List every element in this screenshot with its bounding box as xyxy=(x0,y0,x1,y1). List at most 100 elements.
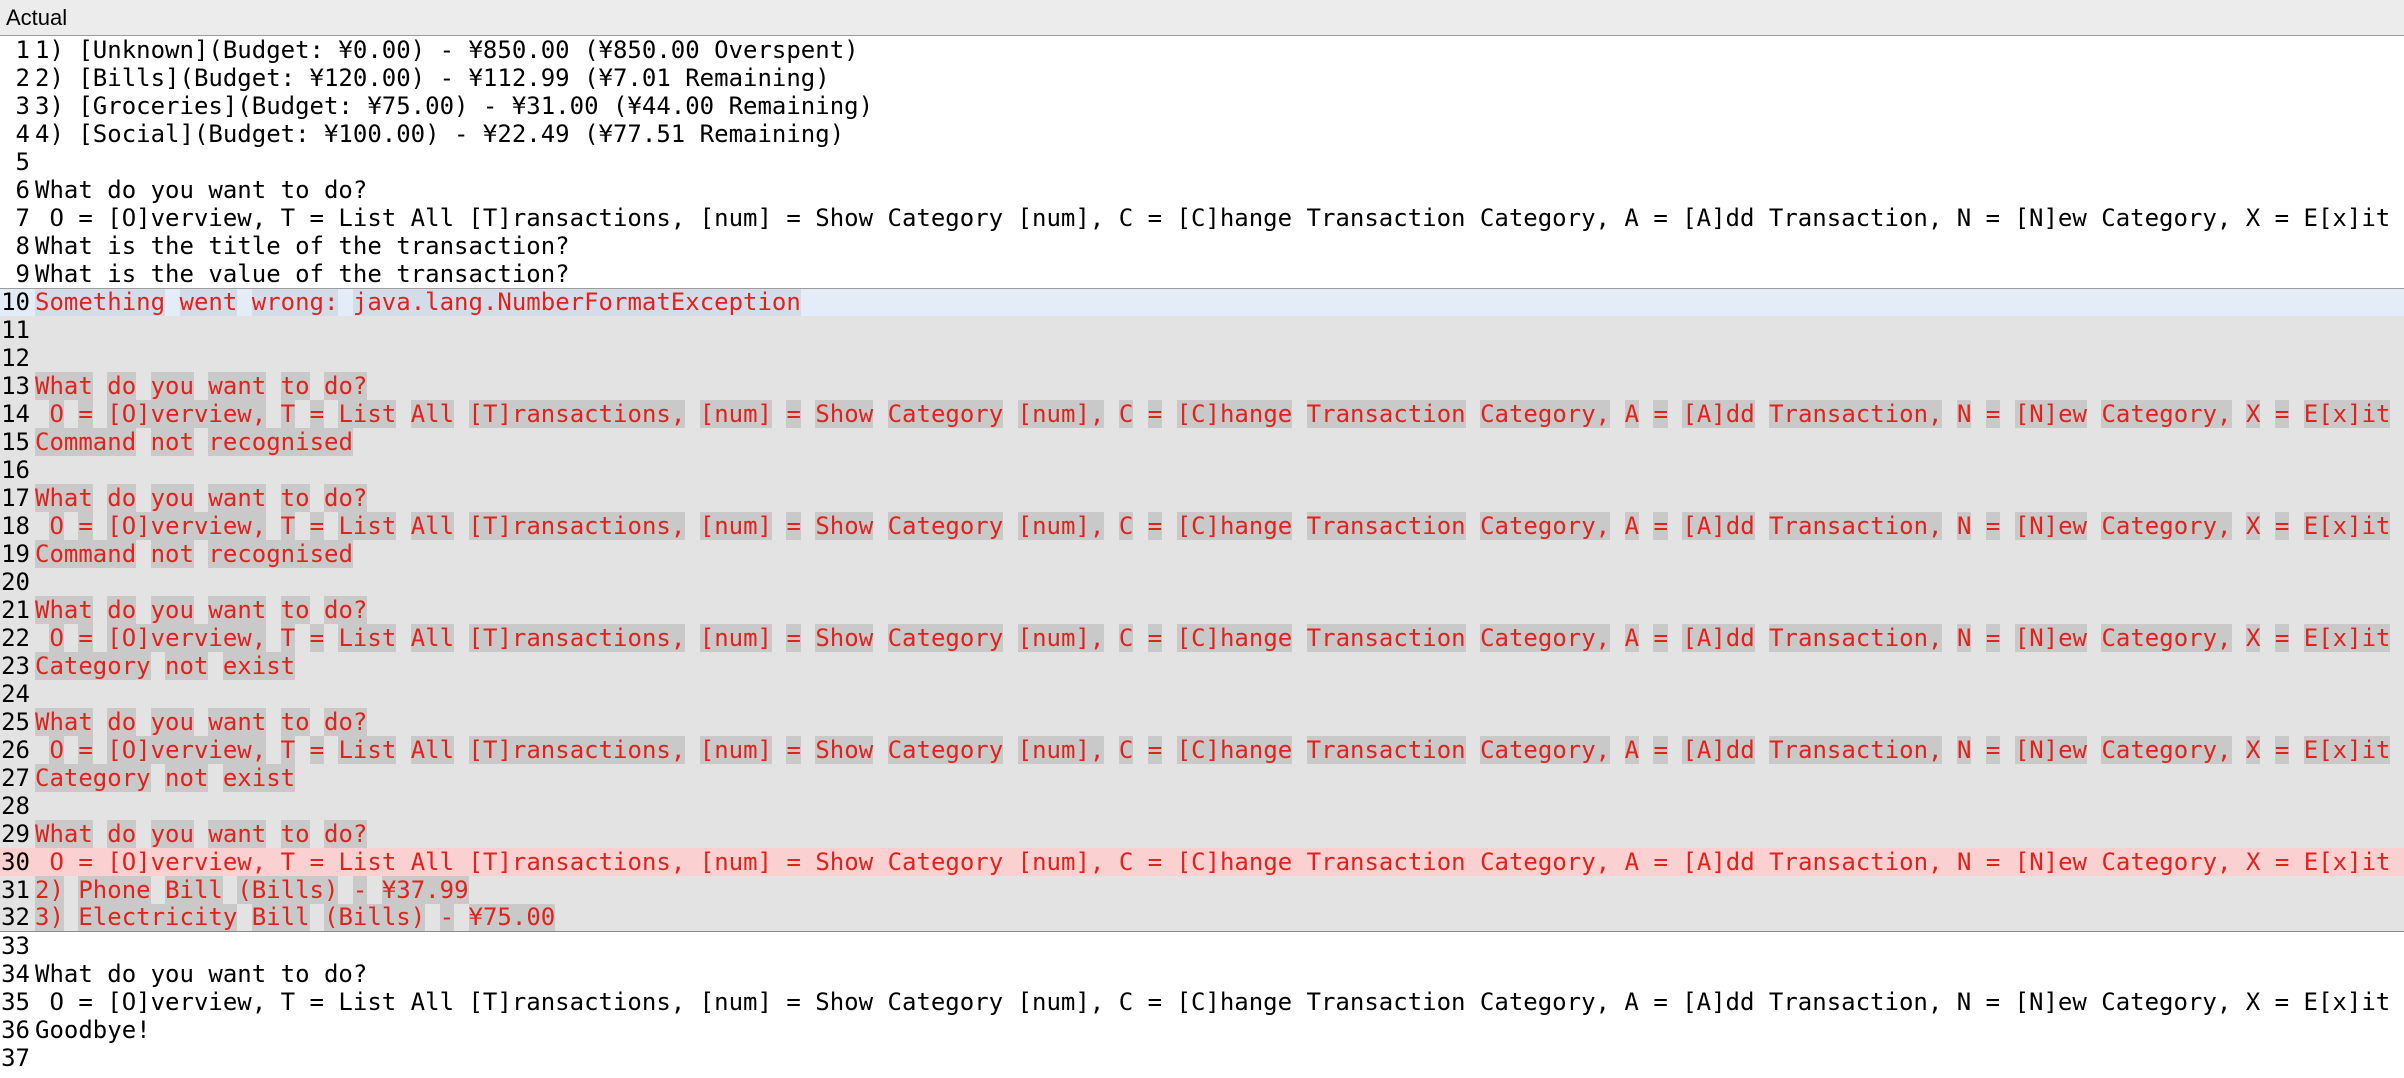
line-text: What do you want to do? xyxy=(35,372,368,400)
output-line: 8 What is the title of the transaction? xyxy=(0,232,2404,260)
line-number: 14 xyxy=(1,400,30,428)
line-number: 16 xyxy=(1,456,30,484)
line-number: 27 xyxy=(1,764,30,792)
line-text: What is the value of the transaction? xyxy=(35,260,570,288)
line-text: 4) [Social](Budget: ¥100.00) - ¥22.49 (¥… xyxy=(35,120,845,148)
line-text: What do you want to do? xyxy=(35,176,368,204)
line-number: 20 xyxy=(1,568,30,596)
line-number: 11 xyxy=(1,316,30,344)
line-number: 13 xyxy=(1,372,30,400)
line-number: 19 xyxy=(1,540,30,568)
line-number: 36 xyxy=(1,1016,30,1044)
output-line: 18 O = [O]verview, T = List All [T]ransa… xyxy=(0,512,2404,540)
line-number: 33 xyxy=(1,932,30,960)
line-text: 2) Phone Bill (Bills) - ¥37.99 xyxy=(35,876,469,904)
line-number: 22 xyxy=(1,624,30,652)
line-text: Something went wrong: java.lang.NumberFo… xyxy=(35,288,801,316)
line-text: O = [O]verview, T = List All [T]ransacti… xyxy=(49,848,2391,876)
line-text: 3) [Groceries](Budget: ¥75.00) - ¥31.00 … xyxy=(35,92,874,120)
output-line: 36 Goodbye! xyxy=(0,1016,2404,1044)
output-line: 28 xyxy=(0,792,2404,820)
line-number: 32 xyxy=(1,904,30,931)
line-text: O = [O]verview, T = List All [T]ransacti… xyxy=(49,624,2391,652)
output-line: 17 What do you want to do? xyxy=(0,484,2404,512)
output-line: 22 O = [O]verview, T = List All [T]ransa… xyxy=(0,624,2404,652)
output-line: 7 O = [O]verview, T = List All [T]ransac… xyxy=(0,204,2404,232)
output-line: 14 O = [O]verview, T = List All [T]ransa… xyxy=(0,400,2404,428)
output-line: 5 xyxy=(0,148,2404,176)
line-number: 28 xyxy=(1,792,30,820)
line-number: 37 xyxy=(1,1044,30,1072)
output-line: 33 xyxy=(0,932,2404,960)
output-line: 27 Category not exist xyxy=(0,764,2404,792)
output-line: 35 O = [O]verview, T = List All [T]ransa… xyxy=(0,988,2404,1016)
output-line: 11 xyxy=(0,316,2404,344)
line-number: 26 xyxy=(1,736,30,764)
output-line: 30 O = [O]verview, T = List All [T]ransa… xyxy=(0,848,2404,876)
line-number: 12 xyxy=(1,344,30,372)
line-text: 3) Electricity Bill (Bills) - ¥75.00 xyxy=(35,904,556,931)
output-line: 21 What do you want to do? xyxy=(0,596,2404,624)
output-line: 9 What is the value of the transaction? xyxy=(0,260,2404,288)
line-text: Goodbye! xyxy=(35,1016,151,1044)
line-number: 10 xyxy=(1,288,30,316)
line-number: 2 xyxy=(15,64,30,92)
line-number: 29 xyxy=(1,820,30,848)
line-text: O = [O]verview, T = List All [T]ransacti… xyxy=(49,512,2391,540)
line-text: What do you want to do? xyxy=(35,708,368,736)
line-number: 17 xyxy=(1,484,30,512)
output-line: 2 2) [Bills](Budget: ¥120.00) - ¥112.99 (… xyxy=(0,64,2404,92)
line-number: 18 xyxy=(1,512,30,540)
output-line: 16 xyxy=(0,456,2404,484)
line-number: 35 xyxy=(1,988,30,1016)
line-number: 25 xyxy=(1,708,30,736)
line-number: 1 xyxy=(15,36,30,64)
output-line: 31 2) Phone Bill (Bills) - ¥37.99 xyxy=(0,876,2404,904)
output-line: 25 What do you want to do? xyxy=(0,708,2404,736)
line-number: 30 xyxy=(1,848,30,876)
line-text: O = [O]verview, T = List All [T]ransacti… xyxy=(49,400,2391,428)
line-text: What is the title of the transaction? xyxy=(35,232,570,260)
line-text: Category not exist xyxy=(35,764,296,792)
output-line: 24 xyxy=(0,680,2404,708)
line-number: 6 xyxy=(15,176,30,204)
output-text-area[interactable]: 1 1) [Unknown](Budget: ¥0.00) - ¥850.00 (… xyxy=(0,36,2404,1072)
line-number: 3 xyxy=(15,92,30,120)
output-line: 3 3) [Groceries](Budget: ¥75.00) - ¥31.00… xyxy=(0,92,2404,120)
line-text: What do you want to do? xyxy=(35,484,368,512)
output-line: 13 What do you want to do? xyxy=(0,372,2404,400)
line-number: 4 xyxy=(15,120,30,148)
output-line: 15 Command not recognised xyxy=(0,428,2404,456)
output-line: 32 3) Electricity Bill (Bills) - ¥75.00 xyxy=(0,904,2404,932)
line-number: 15 xyxy=(1,428,30,456)
line-text: O = [O]verview, T = List All [T]ransacti… xyxy=(35,204,2391,232)
line-text: What do you want to do? xyxy=(35,596,368,624)
output-line: 12 xyxy=(0,344,2404,372)
line-text: O = [O]verview, T = List All [T]ransacti… xyxy=(49,736,2391,764)
output-line: 4 4) [Social](Budget: ¥100.00) - ¥22.49 (… xyxy=(0,120,2404,148)
line-text: 2) [Bills](Budget: ¥120.00) - ¥112.99 (¥… xyxy=(35,64,830,92)
line-text: Command not recognised xyxy=(35,428,353,456)
output-line: 37 xyxy=(0,1044,2404,1072)
line-number: 31 xyxy=(1,876,30,904)
line-number: 5 xyxy=(15,148,30,176)
output-line: 1 1) [Unknown](Budget: ¥0.00) - ¥850.00 (… xyxy=(0,36,2404,64)
line-number: 24 xyxy=(1,680,30,708)
output-line: 26 O = [O]verview, T = List All [T]ransa… xyxy=(0,736,2404,764)
line-text: Command not recognised xyxy=(35,540,353,568)
line-text: 1) [Unknown](Budget: ¥0.00) - ¥850.00 (¥… xyxy=(35,36,859,64)
output-line: 6 What do you want to do? xyxy=(0,176,2404,204)
line-number: 7 xyxy=(15,204,30,232)
line-text: What do you want to do? xyxy=(35,820,368,848)
line-text: Category not exist xyxy=(35,652,296,680)
line-text: O = [O]verview, T = List All [T]ransacti… xyxy=(35,988,2391,1016)
output-line: 20 xyxy=(0,568,2404,596)
line-number: 8 xyxy=(15,232,30,260)
line-text: What do you want to do? xyxy=(35,960,368,988)
output-line: 23 Category not exist xyxy=(0,652,2404,680)
panel-title: Actual xyxy=(0,0,2404,36)
output-line: 29 What do you want to do? xyxy=(0,820,2404,848)
line-number: 34 xyxy=(1,960,30,988)
output-line: 34 What do you want to do? xyxy=(0,960,2404,988)
line-number: 23 xyxy=(1,652,30,680)
